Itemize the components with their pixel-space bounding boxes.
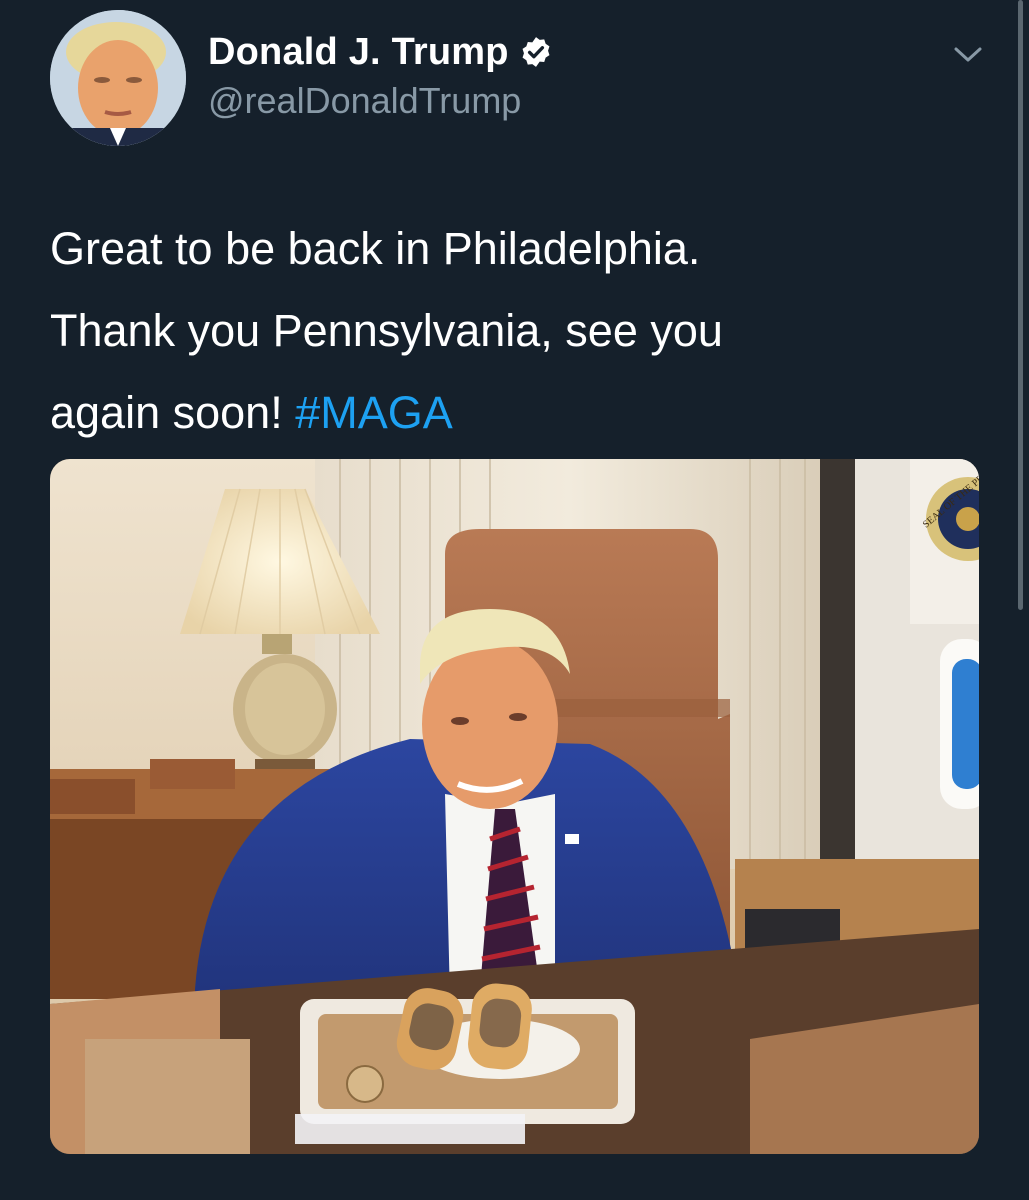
tweet-photo[interactable]: SEAL OF THE PRESIDENT [50,459,979,1154]
tweet-text: Great to be back in Philadelphia. Thank … [50,208,970,454]
avatar[interactable] [50,10,186,146]
chevron-down-icon[interactable] [950,42,986,66]
author-handle[interactable]: @realDonaldTrump [208,80,521,122]
scrollbar[interactable] [1018,0,1023,610]
photo-scene: SEAL OF THE PRESIDENT [50,459,979,1154]
tweet-text-line: again soon! #MAGA [50,372,970,454]
hashtag-link[interactable]: #MAGA [295,387,453,438]
avatar-photo [50,10,186,146]
author-name-row: Donald J. Trump [208,30,553,74]
verified-icon [519,35,553,69]
tweet-text-line: Great to be back in Philadelphia. [50,223,701,274]
tweet: Donald J. Trump @realDonaldTrump Great t… [0,0,1029,1200]
tweet-text-line: Thank you Pennsylvania, see you [50,305,723,356]
display-name[interactable]: Donald J. Trump [208,31,509,74]
tweet-text-fragment: again soon! [50,387,296,438]
